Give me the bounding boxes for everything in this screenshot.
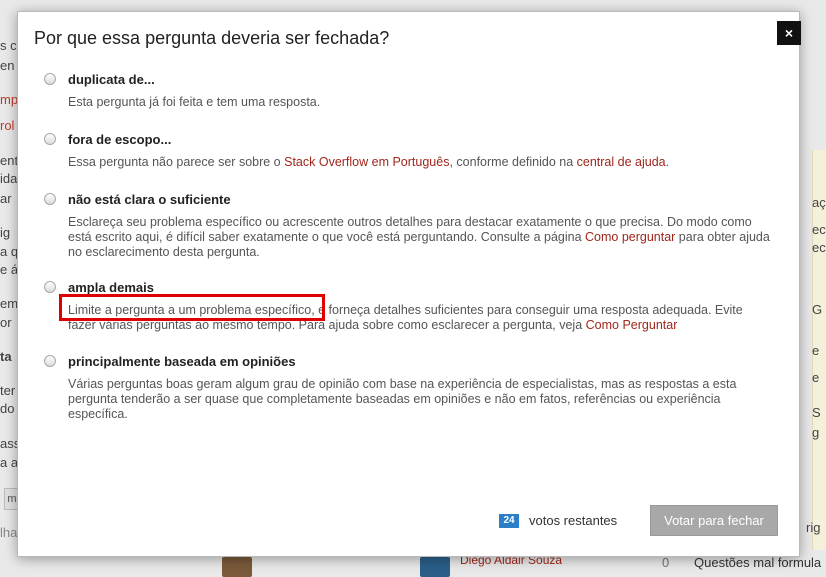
bg-count: 0	[662, 555, 670, 570]
how-to-ask-link[interactable]: Como Perguntar	[586, 318, 678, 332]
help-center-link[interactable]: central de ajuda	[577, 155, 666, 169]
avatar[interactable]	[420, 557, 450, 577]
bg-text: g	[812, 425, 820, 440]
vote-to-close-button[interactable]: Votar para fechar	[650, 505, 778, 536]
reason-label[interactable]: não está clara o suficiente	[68, 192, 231, 207]
reason-label[interactable]: fora de escopo...	[68, 132, 171, 147]
bg-heading: ta	[0, 349, 12, 364]
bg-text: rig	[806, 520, 821, 535]
bg-text: ida	[0, 171, 18, 186]
bg-question-link[interactable]: Questões mal formula	[694, 555, 821, 570]
bg-text: ig	[0, 225, 11, 240]
votes-remaining-label: votos restantes	[529, 513, 618, 528]
bg-text: ar	[0, 191, 12, 206]
close-icon: ×	[784, 25, 794, 41]
bg-text: aç	[812, 195, 826, 210]
reason-label[interactable]: duplicata de...	[68, 72, 155, 87]
bg-text: ec	[812, 240, 826, 255]
reason-label[interactable]: principalmente baseada em opiniões	[68, 354, 296, 369]
reason-label[interactable]: ampla demais	[68, 280, 154, 295]
bg-text: a q	[0, 244, 19, 259]
site-link[interactable]: Stack Overflow em Português	[284, 155, 449, 169]
how-to-ask-link[interactable]: Como perguntar	[585, 230, 675, 244]
close-question-dialog: Por que essa pergunta deveria ser fechad…	[17, 11, 801, 557]
bg-text: s c	[0, 38, 17, 53]
close-button[interactable]: ×	[777, 21, 801, 45]
reason-description: Esclareça seu problema específico ou acr…	[68, 215, 770, 259]
bg-link[interactable]: rol	[0, 118, 14, 134]
avatar[interactable]	[222, 557, 252, 577]
bg-text: ec	[812, 222, 826, 237]
radio-button[interactable]	[44, 193, 56, 205]
votes-remaining-badge: 24	[499, 514, 519, 528]
highlight-annotation	[59, 294, 325, 321]
dialog-title: Por que essa pergunta deveria ser fechad…	[34, 28, 390, 48]
bg-text: e	[812, 370, 820, 385]
reason-description: Esta pergunta já foi feita e tem uma res…	[68, 95, 321, 109]
bg-text: en	[0, 58, 15, 73]
bg-text: do	[0, 401, 15, 416]
bg-text: or	[0, 315, 12, 330]
bg-text: ent	[0, 153, 19, 168]
bg-text: G	[812, 302, 823, 317]
reason-description: Várias perguntas boas geram algum grau d…	[68, 377, 737, 421]
bg-text: em	[0, 296, 19, 311]
radio-button[interactable]	[44, 281, 56, 293]
bg-text: e á	[0, 262, 19, 277]
bg-text: e	[812, 343, 820, 358]
bg-text: lha	[0, 525, 18, 540]
radio-button[interactable]	[44, 355, 56, 367]
bg-text: S	[812, 405, 821, 420]
reason-description: Essa pergunta não parece ser sobre o Sta…	[68, 155, 670, 169]
radio-button[interactable]	[44, 133, 56, 145]
bg-text: ter	[0, 383, 16, 398]
radio-button[interactable]	[44, 73, 56, 85]
bg-text: a a	[0, 455, 19, 470]
